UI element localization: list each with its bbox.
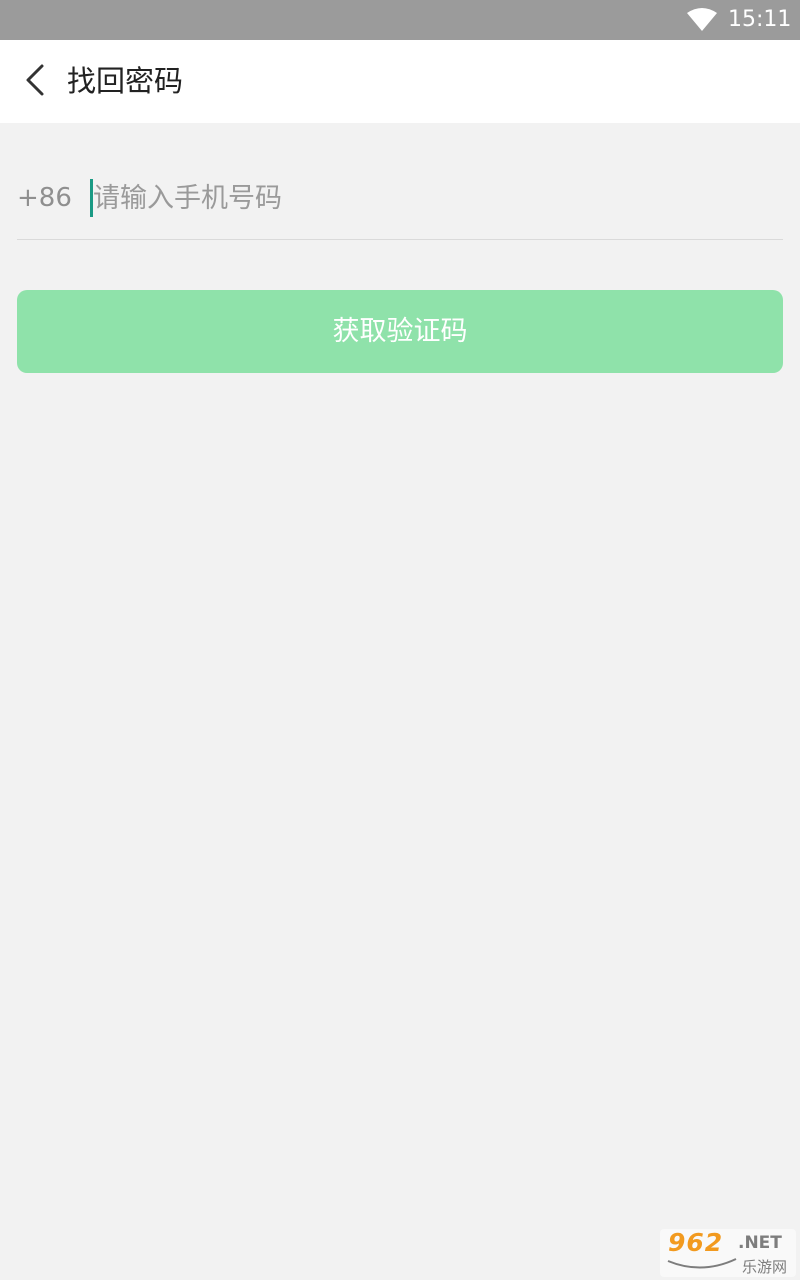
watermark-name: 乐游网 — [742, 1258, 788, 1276]
forgot-password-screen: 15:11 找回密码 +86 获取验证码 962 .NET 乐游网 — [0, 0, 800, 1280]
watermark-suffix: .NET — [738, 1233, 782, 1253]
watermark-swoosh-icon — [667, 1258, 737, 1269]
watermark-number: 962 — [668, 1228, 724, 1257]
status-bar: 15:11 — [0, 0, 800, 40]
app-header: 找回密码 — [0, 40, 800, 123]
chevron-left-icon — [26, 64, 44, 96]
site-watermark: 962 .NET 乐游网 — [660, 1229, 796, 1277]
wifi-icon — [687, 8, 717, 31]
back-button[interactable] — [14, 58, 58, 102]
country-code-label: +86 — [17, 183, 72, 213]
phone-input-row: +86 — [17, 158, 783, 240]
get-verification-code-button[interactable]: 获取验证码 — [17, 290, 783, 373]
page-title: 找回密码 — [67, 64, 184, 98]
phone-number-input[interactable] — [93, 158, 773, 238]
status-time: 15:11 — [728, 7, 792, 32]
